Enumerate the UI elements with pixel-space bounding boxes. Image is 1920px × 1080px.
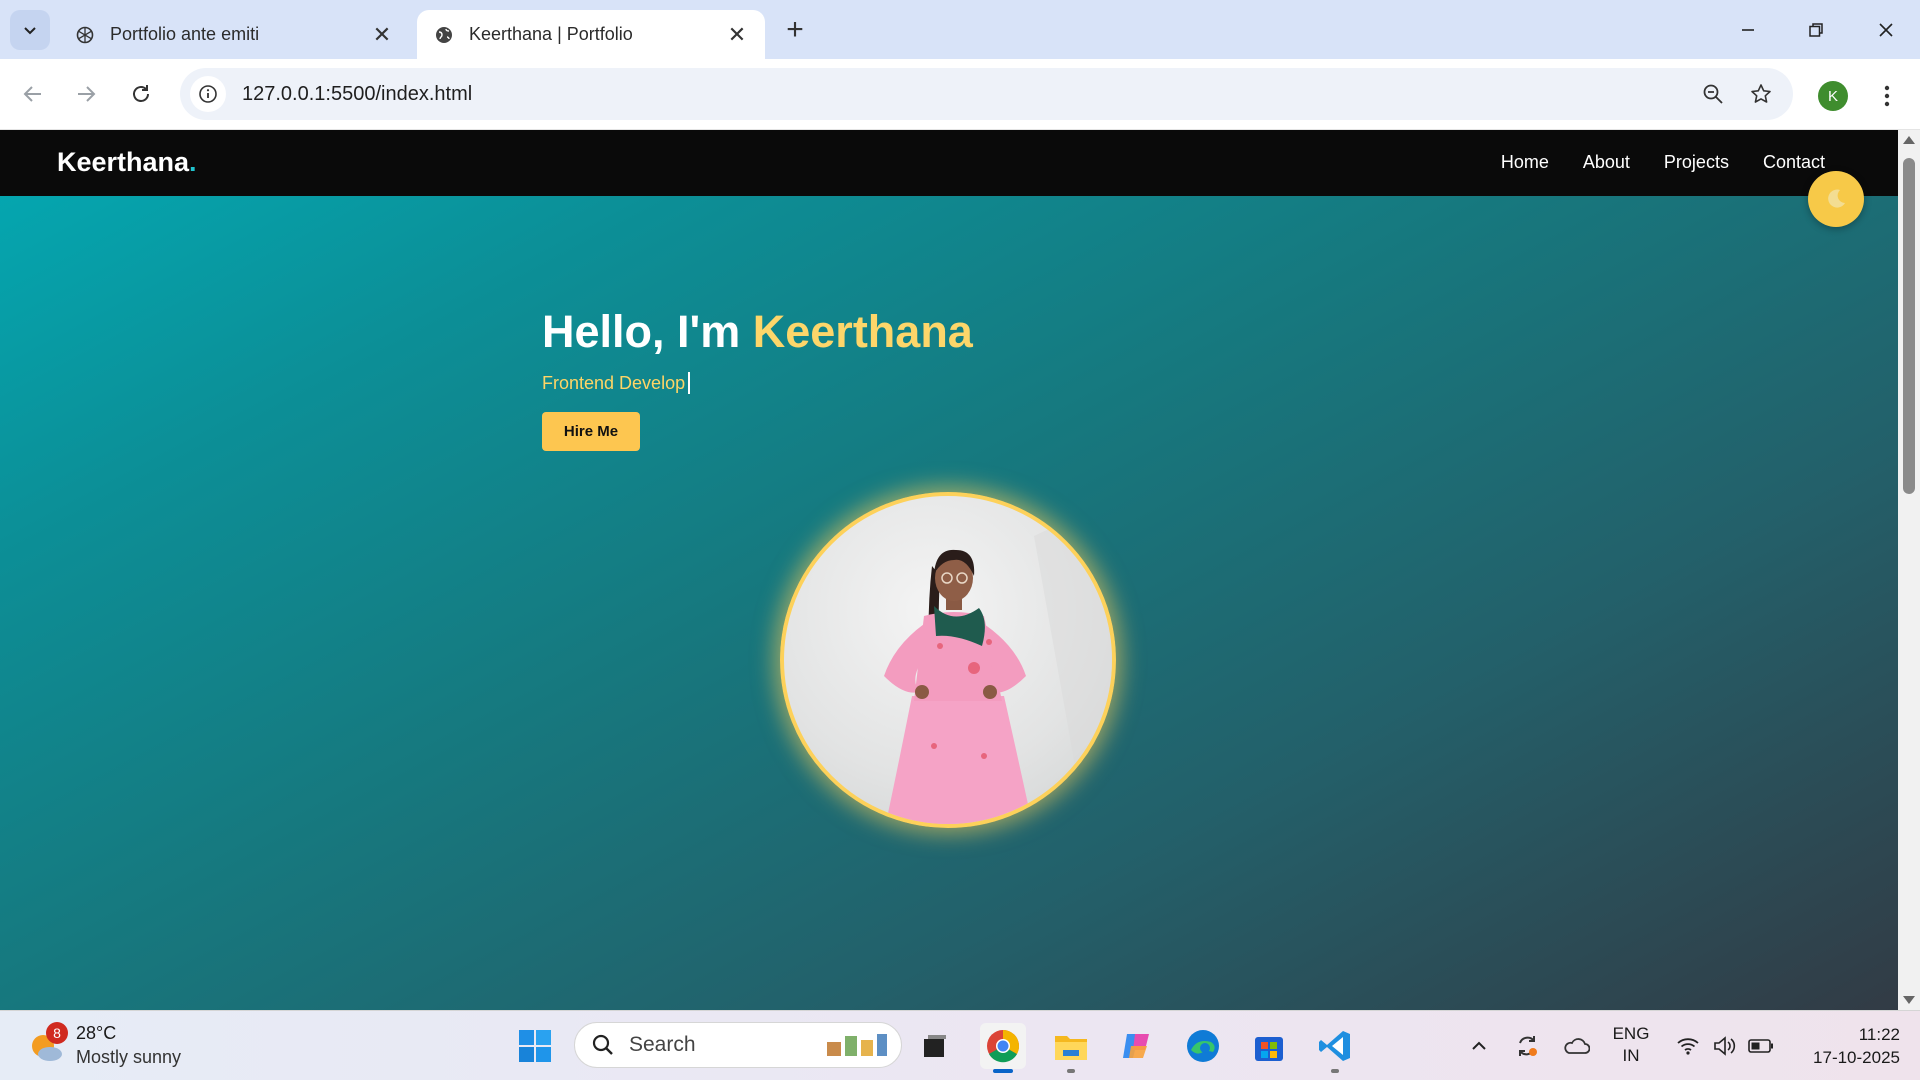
microsoft-store-icon[interactable] — [1246, 1023, 1292, 1069]
bookmark-star-icon[interactable] — [1737, 70, 1785, 118]
chrome-taskbar-icon[interactable] — [980, 1023, 1026, 1069]
task-view-icon[interactable] — [912, 1023, 958, 1069]
nav-home[interactable]: Home — [1501, 152, 1549, 173]
nav-contact[interactable]: Contact — [1763, 152, 1825, 173]
minimize-button[interactable] — [1725, 12, 1771, 48]
windows-taskbar: 8 28°C Mostly sunny Search ENG IN 11:22 … — [0, 1010, 1920, 1080]
weather-badge: 8 — [46, 1022, 68, 1044]
weather-condition: Mostly sunny — [76, 1047, 182, 1067]
copilot-icon[interactable] — [1114, 1023, 1160, 1069]
region-code: IN — [1622, 1046, 1640, 1065]
edge-icon[interactable] — [1180, 1023, 1226, 1069]
language-code: ENG — [1612, 1024, 1650, 1043]
search-icon — [592, 1034, 613, 1055]
scroll-up-arrow[interactable] — [1903, 136, 1915, 144]
tab-portfolio-ante-emiti[interactable]: Portfolio ante emiti ✕ — [58, 10, 410, 59]
windows-start-icon[interactable] — [512, 1023, 558, 1069]
weather-sun-cloud-icon: 8 — [28, 1022, 68, 1064]
hero-greeting: Hello, I'm — [542, 306, 753, 357]
restore-button[interactable] — [1793, 12, 1839, 48]
logo-text: Keerthana — [57, 147, 190, 177]
weather-temperature: 28°C — [76, 1023, 117, 1043]
browser-menu-icon[interactable] — [1872, 77, 1902, 115]
hero-title: Hello, I'm Keerthana — [542, 306, 973, 358]
moon-icon — [1828, 189, 1845, 208]
close-icon — [1879, 23, 1893, 37]
reload-icon — [133, 85, 149, 102]
volume-icon[interactable] — [1710, 1033, 1738, 1059]
arrow-right-icon — [78, 86, 96, 102]
site-info-icon[interactable] — [190, 76, 226, 112]
scroll-down-arrow[interactable] — [1903, 996, 1915, 1004]
profile-person-illustration — [884, 499, 1112, 824]
address-bar[interactable]: 127.0.0.1:5500/index.html — [180, 68, 1793, 120]
page-viewport: Keerthana. Home About Projects Contact H… — [0, 130, 1898, 1010]
tab-search-button[interactable] — [10, 10, 50, 50]
chevron-down-icon — [24, 27, 36, 35]
battery-icon[interactable] — [1746, 1033, 1776, 1059]
profile-avatar[interactable]: K — [1818, 81, 1848, 111]
nav-about[interactable]: About — [1583, 152, 1630, 173]
search-highlight-icon — [827, 1034, 887, 1056]
vscode-open-indicator — [1331, 1069, 1339, 1073]
explorer-open-indicator — [1067, 1069, 1075, 1073]
typing-caret — [688, 372, 691, 394]
globe-icon — [433, 24, 455, 46]
openai-icon — [74, 24, 96, 46]
theme-toggle-button[interactable] — [1808, 171, 1864, 227]
tab-keerthana-portfolio[interactable]: Keerthana | Portfolio ✕ — [417, 10, 765, 59]
clock-date: 17-10-2025 — [1813, 1048, 1900, 1067]
vscode-icon[interactable] — [1312, 1023, 1358, 1069]
close-tab-icon[interactable]: ✕ — [370, 22, 394, 47]
file-explorer-icon[interactable] — [1048, 1023, 1094, 1069]
wifi-icon[interactable] — [1674, 1033, 1702, 1059]
arrow-left-icon — [23, 86, 41, 102]
logo-dot: . — [189, 147, 197, 177]
zoom-icon[interactable] — [1689, 70, 1737, 118]
close-tab-icon[interactable]: ✕ — [725, 22, 749, 47]
site-logo[interactable]: Keerthana. — [57, 147, 197, 178]
nav-projects[interactable]: Projects — [1664, 152, 1729, 173]
profile-photo — [780, 492, 1116, 828]
search-label: Search — [629, 1033, 696, 1056]
restore-icon — [1809, 23, 1823, 37]
minimize-icon — [1742, 29, 1754, 31]
url-text[interactable]: 127.0.0.1:5500/index.html — [242, 83, 1689, 106]
hero-name: Keerthana — [752, 306, 973, 357]
close-window-button[interactable] — [1863, 12, 1909, 48]
language-indicator[interactable]: ENG IN — [1606, 1023, 1656, 1067]
tab-strip: Portfolio ante emiti ✕ Keerthana | Portf… — [0, 0, 1920, 59]
clock-time: 11:22 — [1858, 1025, 1900, 1044]
hire-me-button[interactable]: Hire Me — [542, 412, 640, 451]
nav-links: Home About Projects Contact — [1501, 152, 1825, 173]
onedrive-cloud-icon[interactable] — [1560, 1031, 1592, 1061]
typed-role-text: Frontend Develop — [542, 372, 686, 393]
site-navbar: Keerthana. Home About Projects Contact — [0, 130, 1898, 196]
weather-widget[interactable]: 8 28°C Mostly sunny — [28, 1021, 181, 1069]
hero-subtitle: Frontend Develop — [542, 372, 973, 394]
scrollbar-thumb[interactable] — [1903, 158, 1915, 494]
chrome-active-indicator — [993, 1069, 1013, 1073]
new-tab-button[interactable]: + — [779, 13, 811, 46]
forward-button[interactable] — [67, 75, 105, 113]
reload-button[interactable] — [122, 75, 160, 113]
sync-icon[interactable] — [1512, 1031, 1542, 1061]
hero-section: Hello, I'm Keerthana Frontend Develop Hi… — [542, 306, 973, 451]
chevron-up-icon[interactable] — [1466, 1033, 1492, 1059]
tab-title: Keerthana | Portfolio — [469, 24, 633, 44]
page-scrollbar[interactable] — [1898, 130, 1920, 1010]
system-clock[interactable]: 11:22 17-10-2025 — [1790, 1023, 1900, 1069]
browser-toolbar: 127.0.0.1:5500/index.html K — [0, 59, 1920, 130]
tab-title: Portfolio ante emiti — [110, 24, 260, 44]
taskbar-search-box[interactable]: Search — [574, 1022, 902, 1068]
back-button[interactable] — [14, 75, 52, 113]
